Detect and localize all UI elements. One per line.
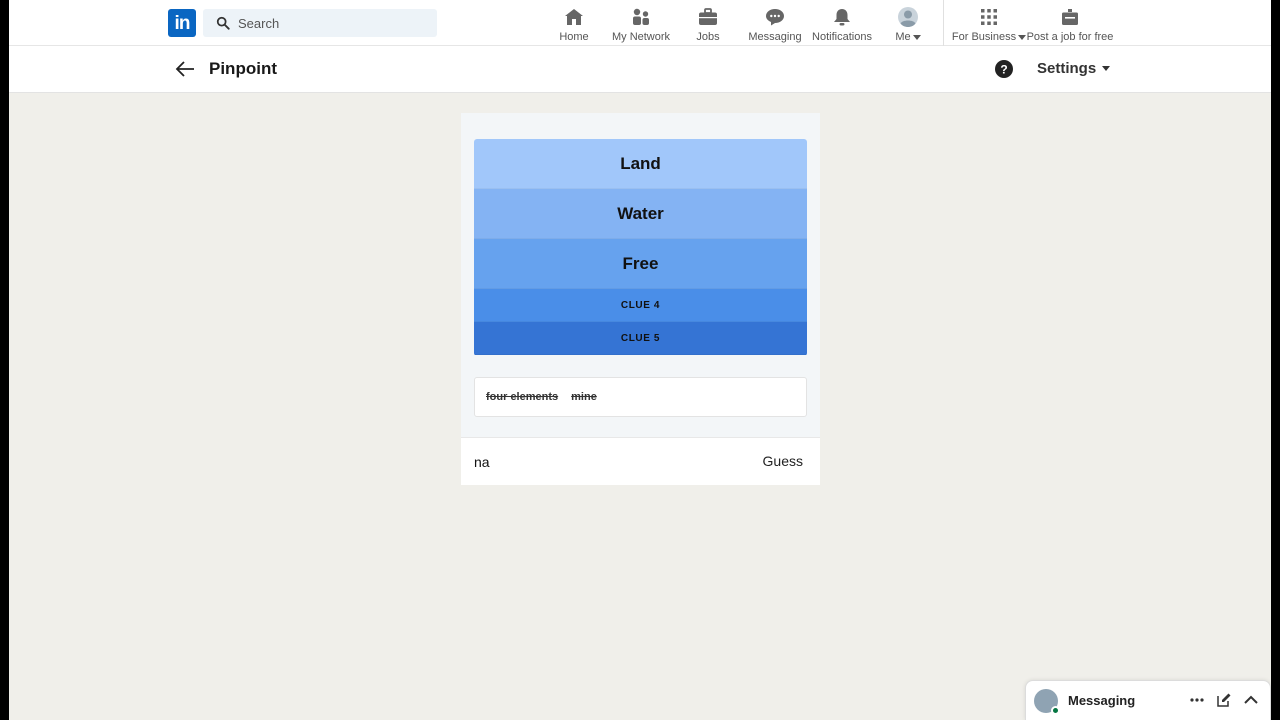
clue-1: Land <box>474 139 807 189</box>
nav-home-label: Home <box>559 31 589 43</box>
settings-label: Settings <box>1037 60 1097 77</box>
app-viewport: in Home <box>9 0 1271 720</box>
nav-for-business-label: For Business <box>952 31 1027 43</box>
clue-4: CLUE 4 <box>474 289 807 322</box>
chevron-up-icon[interactable] <box>1243 692 1258 707</box>
network-icon <box>633 8 649 25</box>
nav-me-label: Me <box>895 31 921 43</box>
briefcase-icon <box>699 8 717 25</box>
avatar <box>898 7 918 27</box>
pinpoint-game-card: Land Water Free CLUE 4 CLUE 5 four eleme… <box>461 113 820 485</box>
help-icon[interactable]: ? <box>995 60 1013 78</box>
nav-items: Home My Network Jobs Messaging Notificat… <box>549 0 949 46</box>
online-status-dot <box>1051 705 1060 715</box>
home-icon <box>565 9 583 25</box>
nav-messaging-label: Messaging <box>748 31 802 43</box>
nav-me[interactable]: Me <box>867 0 949 46</box>
nav-home[interactable]: Home <box>549 0 599 46</box>
wrong-guess: mine <box>571 391 597 403</box>
game-header: Pinpoint ? Settings <box>9 46 1271 93</box>
back-arrow-icon[interactable] <box>175 59 195 79</box>
chevron-down-icon <box>1102 66 1111 71</box>
guess-input[interactable] <box>474 453 734 470</box>
clue-stack: Land Water Free CLUE 4 CLUE 5 <box>474 139 807 356</box>
nav-notifications[interactable]: Notifications <box>812 0 872 46</box>
grid-icon <box>981 9 997 25</box>
nav-notifications-label: Notifications <box>812 31 872 43</box>
nav-for-business[interactable]: For Business <box>952 0 1027 46</box>
guess-button[interactable]: Guess <box>763 453 803 469</box>
clue-5: CLUE 5 <box>474 322 807 355</box>
page-title: Pinpoint <box>209 59 277 78</box>
search-icon <box>216 16 230 30</box>
nav-jobs-label: Jobs <box>696 31 720 43</box>
settings-button[interactable]: Settings <box>1037 60 1111 77</box>
nav-messaging[interactable]: Messaging <box>733 0 817 46</box>
nav-post-job[interactable]: Post a job for free <box>1027 0 1113 46</box>
nav-my-network[interactable]: My Network <box>599 0 683 46</box>
nav-my-network-label: My Network <box>611 31 671 43</box>
nav-jobs[interactable]: Jobs <box>683 0 733 46</box>
messaging-title: Messaging <box>1068 693 1136 708</box>
search-box[interactable] <box>203 9 437 37</box>
nav-divider <box>943 0 944 46</box>
compose-icon[interactable] <box>1216 692 1231 707</box>
avatar <box>1034 688 1060 715</box>
svg-text:?: ? <box>1000 62 1007 76</box>
previous-guesses: four elements mine <box>474 377 807 417</box>
clue-2: Water <box>474 189 807 239</box>
linkedin-logo[interactable]: in <box>168 9 196 37</box>
search-input[interactable] <box>238 15 418 31</box>
more-options-icon[interactable] <box>1189 692 1204 707</box>
messaging-dock[interactable]: Messaging <box>1025 680 1271 720</box>
post-job-icon <box>1062 9 1078 25</box>
global-nav: in Home <box>9 0 1271 46</box>
chevron-down-icon <box>1018 34 1027 40</box>
bell-icon <box>834 9 850 26</box>
messaging-actions <box>1189 692 1258 707</box>
chevron-down-icon <box>912 34 921 40</box>
wrong-guess: four elements <box>486 391 559 403</box>
clue-3: Free <box>474 239 807 289</box>
nav-post-job-label: Post a job for free <box>1026 31 1114 43</box>
guess-input-row: Guess <box>461 437 820 485</box>
chat-icon <box>766 9 784 26</box>
